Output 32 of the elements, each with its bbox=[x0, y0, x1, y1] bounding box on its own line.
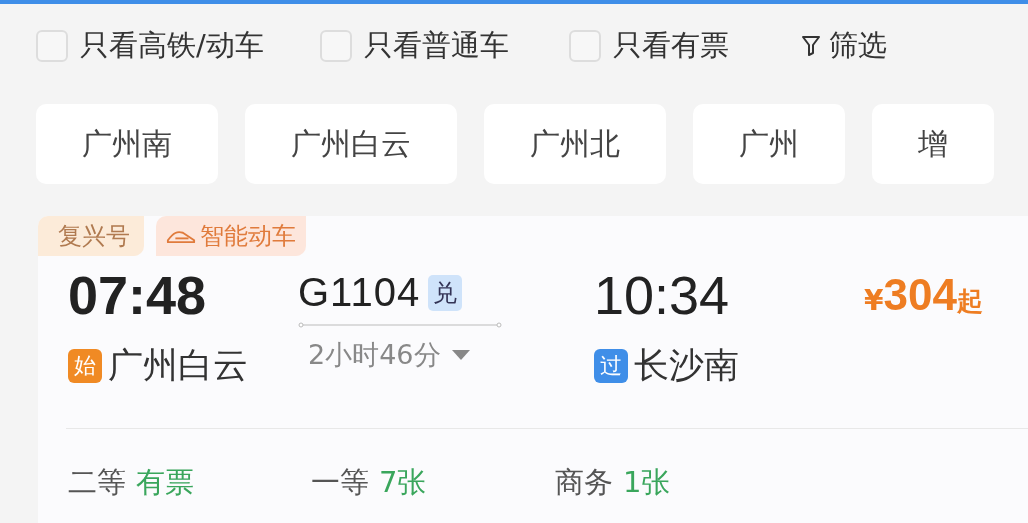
seat-class: 一等 bbox=[311, 464, 369, 501]
station-chip[interactable]: 广州白云 bbox=[245, 104, 457, 184]
seat-class: 二等 bbox=[68, 464, 126, 501]
train-tag: 智能动车 bbox=[156, 216, 306, 256]
currency-sign: ¥ bbox=[864, 284, 884, 317]
station-chip[interactable]: 广州南 bbox=[36, 104, 218, 184]
filter-checkbox[interactable]: 只看有票 bbox=[568, 26, 729, 66]
station-badge: 始 bbox=[68, 348, 102, 383]
filter-button[interactable]: 筛选 bbox=[800, 26, 887, 66]
price-suffix: 起 bbox=[956, 286, 983, 318]
station-chip[interactable]: 广州北 bbox=[484, 104, 666, 184]
train-tag: 复兴号 bbox=[38, 216, 144, 256]
caret-icon bbox=[450, 349, 471, 361]
arrival-time: 10:34 bbox=[594, 264, 731, 327]
departure-station: 广州白云 bbox=[108, 344, 248, 387]
departure-time: 07:48 bbox=[68, 264, 208, 327]
exchange-badge: 兑 bbox=[428, 274, 463, 311]
seat-availability: 7张 bbox=[379, 464, 427, 501]
train-card[interactable]: 复兴号 智能动车 07:48 始 广州白云 G1104 兑 2小时46分 10:34 过 长沙南 ¥304起 二等 有票 一等 7张 商务 1张 bbox=[38, 216, 1028, 523]
price-amount: 304 bbox=[883, 270, 957, 320]
train-number: G1104 bbox=[298, 270, 421, 315]
train-icon bbox=[166, 228, 196, 244]
seat-class: 商务 bbox=[555, 464, 613, 501]
station-chip[interactable]: 广州 bbox=[693, 104, 845, 184]
filter-icon bbox=[800, 34, 821, 58]
arrival-station: 长沙南 bbox=[634, 344, 739, 387]
filter-checkbox[interactable]: 只看普通车 bbox=[319, 26, 509, 66]
filter-checkbox[interactable]: 只看高铁/动车 bbox=[36, 26, 264, 66]
seat-availability: 1张 bbox=[623, 464, 671, 501]
station-badge: 过 bbox=[594, 348, 628, 383]
station-chip[interactable]: 增 bbox=[872, 104, 994, 184]
seat-availability: 有票 bbox=[136, 464, 194, 501]
